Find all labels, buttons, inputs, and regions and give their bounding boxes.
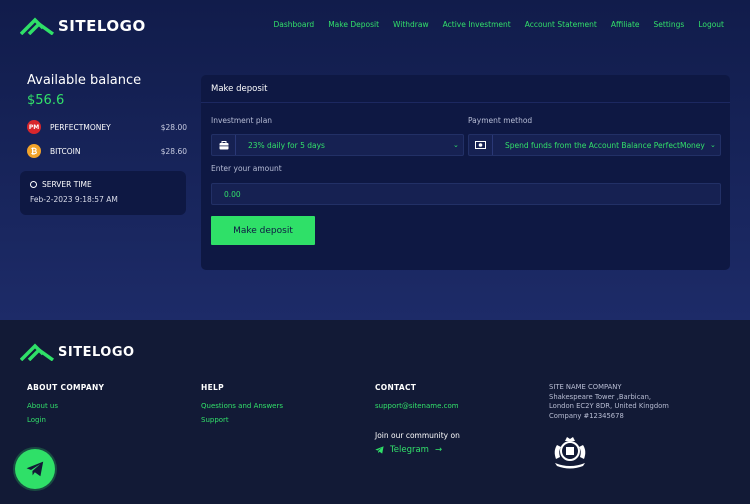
coin-row-bitcoin: ₿ BITCOIN $28.60 (27, 144, 187, 158)
footer-logo[interactable]: SITELOGO (20, 343, 135, 361)
coin-amount: $28.60 (160, 146, 187, 156)
main-nav: Dashboard Make Deposit Withdraw Active I… (274, 20, 725, 29)
nav-make-deposit[interactable]: Make Deposit (328, 20, 379, 29)
chevron-down-icon: ⌄ (710, 141, 716, 149)
logo-text: SITELOGO (58, 17, 146, 35)
footer-link-about-us[interactable]: About us (27, 402, 58, 410)
deposit-card: Make deposit Investment plan 23% daily f… (201, 75, 730, 270)
logo-mark-icon (20, 17, 54, 35)
nav-active-investment[interactable]: Active Investment (443, 20, 511, 29)
logo-mark-icon (20, 343, 54, 361)
plan-select[interactable]: 23% daily for 5 days ⌄ (211, 134, 464, 156)
method-label: Payment method (468, 116, 533, 125)
server-time-value: Feb-2-2023 9:18:57 AM (30, 195, 118, 204)
nav-logout[interactable]: Logout (698, 20, 724, 29)
clock-icon (30, 181, 37, 188)
nav-affiliate[interactable]: Affiliate (611, 20, 640, 29)
telegram-label: Telegram (390, 445, 429, 455)
footer-about-title: ABOUT COMPANY (27, 383, 105, 392)
footer-contact-title: CONTACT (375, 383, 417, 392)
coin-name: PERFECTMONEY (50, 122, 111, 132)
nav-dashboard[interactable]: Dashboard (274, 20, 315, 29)
royal-crest-icon (554, 437, 586, 469)
plan-select-value: 23% daily for 5 days (248, 140, 325, 150)
telegram-icon (375, 446, 384, 454)
company-address: SITE NAME COMPANY Shakespeare Tower ,Bar… (549, 383, 669, 421)
join-community-text: Join our community on (375, 431, 460, 440)
coin-amount: $28.00 (160, 122, 187, 132)
company-name: SITE NAME COMPANY (549, 383, 622, 391)
company-number: Company #12345678 (549, 411, 624, 420)
nav-account-statement[interactable]: Account Statement (525, 20, 597, 29)
footer-help-title: HELP (201, 383, 224, 392)
server-time-box: SERVER TIME Feb-2-2023 9:18:57 AM (20, 171, 186, 215)
briefcase-icon (212, 135, 236, 155)
amount-input[interactable]: 0.00 (211, 183, 721, 205)
deposit-card-title: Make deposit (201, 75, 730, 103)
footer-logo-text: SITELOGO (58, 344, 135, 360)
telegram-icon (26, 461, 44, 477)
site-logo[interactable]: SITELOGO (20, 17, 146, 35)
method-select-value: Spend funds from the Account Balance Per… (505, 140, 705, 150)
footer-link-faq[interactable]: Questions and Answers (201, 402, 283, 410)
footer-link-login[interactable]: Login (27, 416, 46, 424)
perfectmoney-icon: PM (27, 120, 41, 134)
company-address-line1: Shakespeare Tower ,Barbican, (549, 392, 652, 401)
nav-settings[interactable]: Settings (654, 20, 685, 29)
chevron-down-icon: ⌄ (453, 141, 459, 149)
method-select[interactable]: Spend funds from the Account Balance Per… (468, 134, 721, 156)
footer-link-support[interactable]: Support (201, 416, 229, 424)
arrow-right-icon: → (434, 445, 443, 455)
balance-value: $56.6 (27, 93, 65, 108)
plan-label: Investment plan (211, 116, 273, 125)
balance-title: Available balance (27, 73, 142, 88)
company-address-line2: London EC2Y 8DR, United Kingdom (549, 402, 669, 410)
coin-row-perfectmoney: PM PERFECTMONEY $28.00 (27, 120, 187, 134)
server-time-label-row: SERVER TIME (30, 180, 176, 189)
bitcoin-icon: ₿ (27, 144, 41, 158)
telegram-link[interactable]: Telegram → (375, 445, 442, 455)
make-deposit-button[interactable]: Make deposit (211, 216, 315, 245)
nav-withdraw[interactable]: Withdraw (393, 20, 429, 29)
telegram-fab-button[interactable] (15, 449, 55, 489)
amount-label: Enter your amount (211, 164, 282, 173)
footer-contact-email[interactable]: support@sitename.com (375, 402, 459, 410)
coin-name: BITCOIN (50, 146, 81, 156)
server-time-label: SERVER TIME (42, 180, 92, 189)
money-bill-icon (469, 135, 493, 155)
